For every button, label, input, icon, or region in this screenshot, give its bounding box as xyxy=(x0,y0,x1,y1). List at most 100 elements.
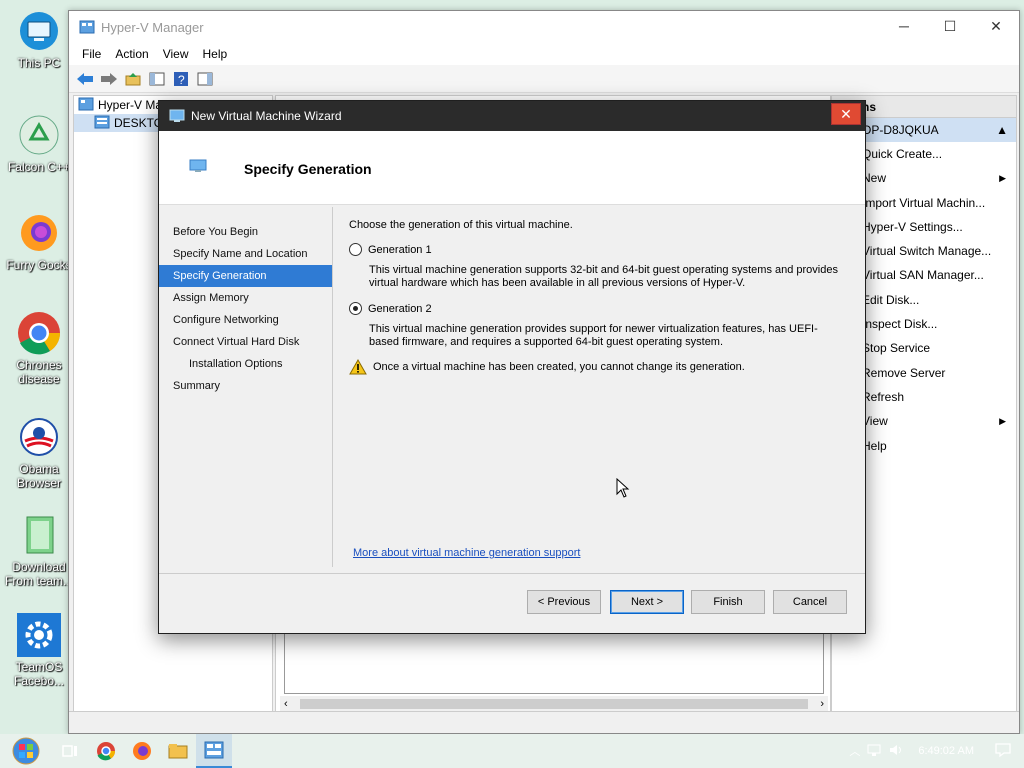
wizard-step-5[interactable]: Connect Virtual Hard Disk xyxy=(159,331,332,353)
desktop-icon-falcon[interactable]: Falcon C++ xyxy=(4,112,74,174)
more-info-link[interactable]: More about virtual machine generation su… xyxy=(353,547,580,559)
up-folder-icon[interactable] xyxy=(123,69,143,89)
this-pc-icon xyxy=(16,8,62,54)
notifications-icon[interactable] xyxy=(994,742,1012,761)
generation-2-radio[interactable] xyxy=(349,302,362,315)
mouse-cursor-icon xyxy=(616,477,630,498)
desktop-icon-label: TeamOS Facebo... xyxy=(13,660,65,688)
warning-text: Once a virtual machine has been created,… xyxy=(373,361,745,373)
system-tray: ︿ 6:49:02 AM xyxy=(849,734,1024,768)
notebook-icon xyxy=(16,512,62,558)
previous-button[interactable]: < Previous xyxy=(527,590,601,614)
collapse-up-icon[interactable]: ▲ xyxy=(996,118,1008,142)
action-item-label: Import Virtual Machin... xyxy=(862,195,986,210)
close-button[interactable]: ✕ xyxy=(973,11,1019,41)
status-bar xyxy=(69,711,1019,733)
action-item-label: Stop Service xyxy=(862,341,931,356)
generation-2-description: This virtual machine generation provides… xyxy=(369,323,818,348)
volume-icon[interactable] xyxy=(888,743,904,760)
wizard-step-6[interactable]: Installation Options xyxy=(159,353,332,375)
actions-server-label: OP-D8JQKUA xyxy=(862,123,939,137)
scroll-right-icon[interactable]: › xyxy=(820,698,824,710)
menu-help[interactable]: Help xyxy=(196,47,235,61)
horizontal-scrollbar[interactable]: ‹ › xyxy=(280,696,828,712)
action-item-label: Virtual SAN Manager... xyxy=(862,268,984,283)
maximize-button[interactable]: ☐ xyxy=(927,11,973,41)
task-view-icon[interactable] xyxy=(52,734,88,768)
wizard-step-4[interactable]: Configure Networking xyxy=(159,309,332,331)
chrome-taskbar-icon[interactable] xyxy=(88,734,124,768)
desktop-icon-label: Chrones disease xyxy=(16,358,62,386)
menu-action[interactable]: Action xyxy=(108,47,155,61)
wizard-step-1[interactable]: Specify Name and Location xyxy=(159,243,332,265)
warning-icon xyxy=(349,358,367,375)
taskbar: ︿ 6:49:02 AM xyxy=(0,734,1024,768)
desktop-icon-chrome[interactable]: Chrones disease xyxy=(4,310,74,386)
wizard-content: Choose the generation of this virtual ma… xyxy=(349,219,849,569)
desktop-icon-label: Obama Browser xyxy=(16,462,61,490)
generation-1-label[interactable]: Generation 1 xyxy=(368,244,432,256)
action-item-label: Inspect Disk... xyxy=(862,317,938,332)
cancel-button[interactable]: Cancel xyxy=(773,590,847,614)
start-orb-icon xyxy=(12,737,40,765)
next-button[interactable]: Next > xyxy=(610,590,684,614)
toolbar: ? xyxy=(69,65,1019,93)
show-hidden-icons-chevron-icon[interactable]: ︿ xyxy=(849,743,860,759)
firefox-icon xyxy=(16,210,62,256)
title-bar[interactable]: Hyper-V Manager ─ ☐ ✕ xyxy=(69,11,1019,43)
hyperv-manager-icon xyxy=(78,97,94,114)
menu-view[interactable]: View xyxy=(156,47,196,61)
hyperv-taskbar-icon[interactable] xyxy=(196,734,232,768)
action-item-label: Quick Create... xyxy=(862,147,943,161)
desktop-icon-furry-gocks[interactable]: Furry Gocks xyxy=(4,210,74,272)
network-icon[interactable] xyxy=(866,743,882,760)
wizard-step-2[interactable]: Specify Generation xyxy=(159,265,332,287)
obama-icon xyxy=(16,414,62,460)
scrollbar-thumb[interactable] xyxy=(300,699,808,709)
menu-bar: File Action View Help xyxy=(69,43,1019,65)
show-hide-console-tree-icon[interactable] xyxy=(147,69,167,89)
clock[interactable]: 6:49:02 AM xyxy=(918,745,974,757)
wizard-step-3[interactable]: Assign Memory xyxy=(159,287,332,309)
desktop-icon-teamos[interactable]: TeamOS Facebo... xyxy=(4,612,74,688)
hyperv-app-icon xyxy=(79,20,95,34)
action-item-label: Edit Disk... xyxy=(862,292,920,307)
chrome-icon xyxy=(16,310,62,356)
desktop-icon-download[interactable]: Download From team... xyxy=(4,512,74,588)
generation-1-description: This virtual machine generation supports… xyxy=(369,264,838,289)
desktop-icon-obama-browser[interactable]: Obama Browser xyxy=(4,414,74,490)
details-subpane xyxy=(284,624,824,694)
file-explorer-icon[interactable] xyxy=(160,734,196,768)
generation-2-option[interactable]: Generation 2 xyxy=(349,302,849,315)
wizard-app-icon xyxy=(169,109,185,123)
new-vm-wizard-dialog: New Virtual Machine Wizard ✕ Specify Gen… xyxy=(158,100,866,634)
wizard-step-7[interactable]: Summary xyxy=(159,375,332,397)
generation-1-option[interactable]: Generation 1 xyxy=(349,243,849,256)
wizard-button-bar: < Previous Next > Finish Cancel xyxy=(159,573,865,633)
back-arrow-icon[interactable] xyxy=(75,69,95,89)
forward-arrow-icon[interactable] xyxy=(99,69,119,89)
desktop-icon-this-pc[interactable]: This PC xyxy=(4,8,74,70)
menu-file[interactable]: File xyxy=(75,47,108,61)
action-item-label: Hyper-V Settings... xyxy=(862,219,963,234)
close-button[interactable]: ✕ xyxy=(831,103,861,125)
scroll-left-icon[interactable]: ‹ xyxy=(284,698,288,710)
generation-2-label[interactable]: Generation 2 xyxy=(368,303,432,315)
firefox-taskbar-icon[interactable] xyxy=(124,734,160,768)
generation-1-radio[interactable] xyxy=(349,243,362,256)
help-icon[interactable]: ? xyxy=(171,69,191,89)
action-item-label: Virtual Switch Manage... xyxy=(862,244,992,259)
recycle-icon xyxy=(16,112,62,158)
window-title: Hyper-V Manager xyxy=(101,19,204,35)
desktop-icon-label: Download From team... xyxy=(4,560,73,588)
start-button[interactable] xyxy=(0,734,52,768)
desktop-icon-label: Furry Gocks xyxy=(6,258,72,272)
show-hide-action-pane-icon[interactable] xyxy=(195,69,215,89)
minimize-button[interactable]: ─ xyxy=(881,11,927,41)
wizard-step-0[interactable]: Before You Begin xyxy=(159,221,332,243)
wizard-header: Specify Generation xyxy=(159,131,865,205)
wizard-title: New Virtual Machine Wizard xyxy=(191,109,342,123)
finish-button[interactable]: Finish xyxy=(691,590,765,614)
wizard-title-bar[interactable]: New Virtual Machine Wizard ✕ xyxy=(159,101,865,131)
intro-text: Choose the generation of this virtual ma… xyxy=(349,219,573,231)
